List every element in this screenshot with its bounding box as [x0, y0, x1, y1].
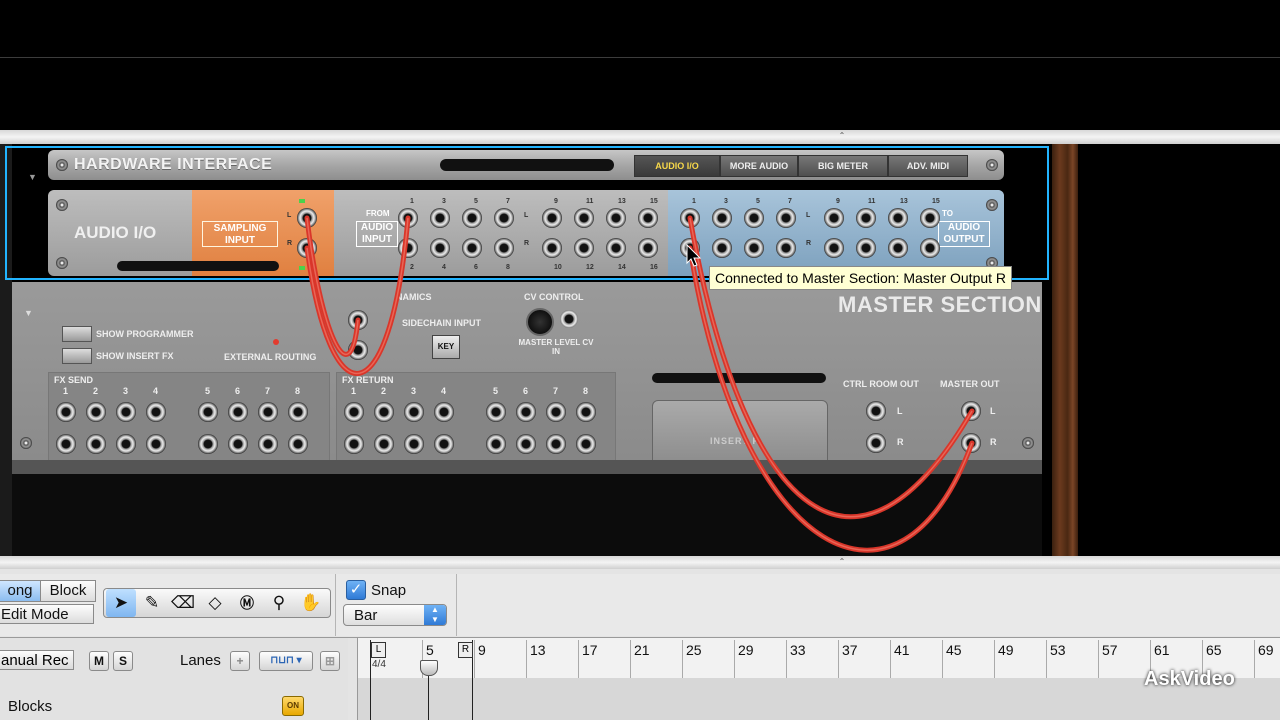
select-arrow-icon[interactable]: ➤	[106, 589, 136, 617]
timeline-ruler[interactable]	[357, 638, 1280, 678]
ruler-bar-number: 29	[738, 642, 754, 658]
magnify-icon[interactable]: ⚲	[264, 589, 294, 617]
ruler-tick	[942, 640, 943, 678]
ruler-tick	[1046, 640, 1047, 678]
ruler-tick	[838, 640, 839, 678]
edit-mode-button[interactable]: Edit Mode	[0, 604, 94, 624]
ruler-bar-number: 57	[1102, 642, 1118, 658]
hand-icon[interactable]: ✋	[296, 589, 326, 617]
ruler-bar-number: 53	[1050, 642, 1066, 658]
askvideo-watermark: AskVideo	[1144, 668, 1235, 690]
pencil-icon[interactable]: ✎	[137, 589, 167, 617]
cable-master-r	[687, 245, 975, 553]
lanes-label: Lanes	[180, 652, 221, 669]
ruler-bar-number: 61	[1154, 642, 1170, 658]
song-position-marker[interactable]	[420, 660, 438, 676]
ruler-tick	[526, 640, 527, 678]
mute-button[interactable]: M	[89, 651, 109, 671]
ruler-bar-number: 65	[1206, 642, 1222, 658]
connection-tooltip: Connected to Master Section: Master Outp…	[709, 266, 1013, 290]
add-lane-icon[interactable]: +	[230, 651, 250, 671]
snap-value: Bar	[354, 607, 378, 624]
updown-arrows-icon: ▲ ▼	[424, 605, 446, 625]
tab-block[interactable]: Block	[40, 580, 96, 602]
lane-grid-icon[interactable]: ⊞	[320, 651, 340, 671]
ruler-tick	[1254, 640, 1255, 678]
loop-right-marker[interactable]: R	[458, 642, 473, 658]
ruler-tick	[474, 640, 475, 678]
ruler-tick	[994, 640, 995, 678]
mouse-cursor-icon	[686, 244, 702, 267]
ruler-tick	[578, 640, 579, 678]
ruler-bar-number: 37	[842, 642, 858, 658]
ruler-bar-number: 69	[1258, 642, 1274, 658]
razor-icon[interactable]: ◇	[200, 589, 230, 617]
rack-splitter-bottom[interactable]: ⌃	[0, 556, 1280, 569]
tab-song[interactable]: ong	[0, 580, 42, 602]
mute-tool-icon[interactable]: Ⓜ	[232, 589, 262, 617]
lane-view-select[interactable]: ⊓⊔⊓ ▾	[259, 651, 313, 671]
time-signature: 4/4	[372, 659, 386, 670]
eraser-icon[interactable]: ⌫	[168, 589, 198, 617]
track-lane-area[interactable]	[357, 678, 1280, 720]
toolbar-divider	[456, 574, 457, 636]
ruler-bar-number: 33	[790, 642, 806, 658]
ruler-tick	[786, 640, 787, 678]
grip-icon[interactable]: ⌃	[838, 558, 846, 566]
ruler-bar-number: 5	[426, 642, 434, 658]
ruler-tick	[1098, 640, 1099, 678]
ruler-tick	[682, 640, 683, 678]
solo-button[interactable]: S	[113, 651, 133, 671]
ruler-bar-number: 17	[582, 642, 598, 658]
manual-rec-button[interactable]: anual Rec	[0, 650, 74, 670]
snap-checkbox[interactable]: ✓	[346, 580, 366, 600]
blocks-label: Blocks	[8, 698, 53, 715]
loop-left-marker[interactable]: L	[371, 642, 386, 658]
toolbar-divider	[335, 574, 336, 636]
ruler-bar-number: 45	[946, 642, 962, 658]
ruler-tick	[734, 640, 735, 678]
ruler-tick	[890, 640, 891, 678]
ruler-bar-number: 25	[686, 642, 702, 658]
ruler-bar-number: 21	[634, 642, 650, 658]
ruler-bar-number: 13	[530, 642, 546, 658]
tool-palette: ➤ ✎ ⌫ ◇ Ⓜ ⚲ ✋	[103, 588, 331, 618]
ruler-tick	[630, 640, 631, 678]
snap-value-select[interactable]: Bar ▲ ▼	[343, 604, 447, 626]
snap-label: Snap	[371, 582, 407, 599]
ruler-bar-number: 9	[478, 642, 486, 658]
blocks-on-button[interactable]: ON	[282, 696, 304, 716]
ruler-bar-number: 49	[998, 642, 1014, 658]
ruler-bar-number: 41	[894, 642, 910, 658]
